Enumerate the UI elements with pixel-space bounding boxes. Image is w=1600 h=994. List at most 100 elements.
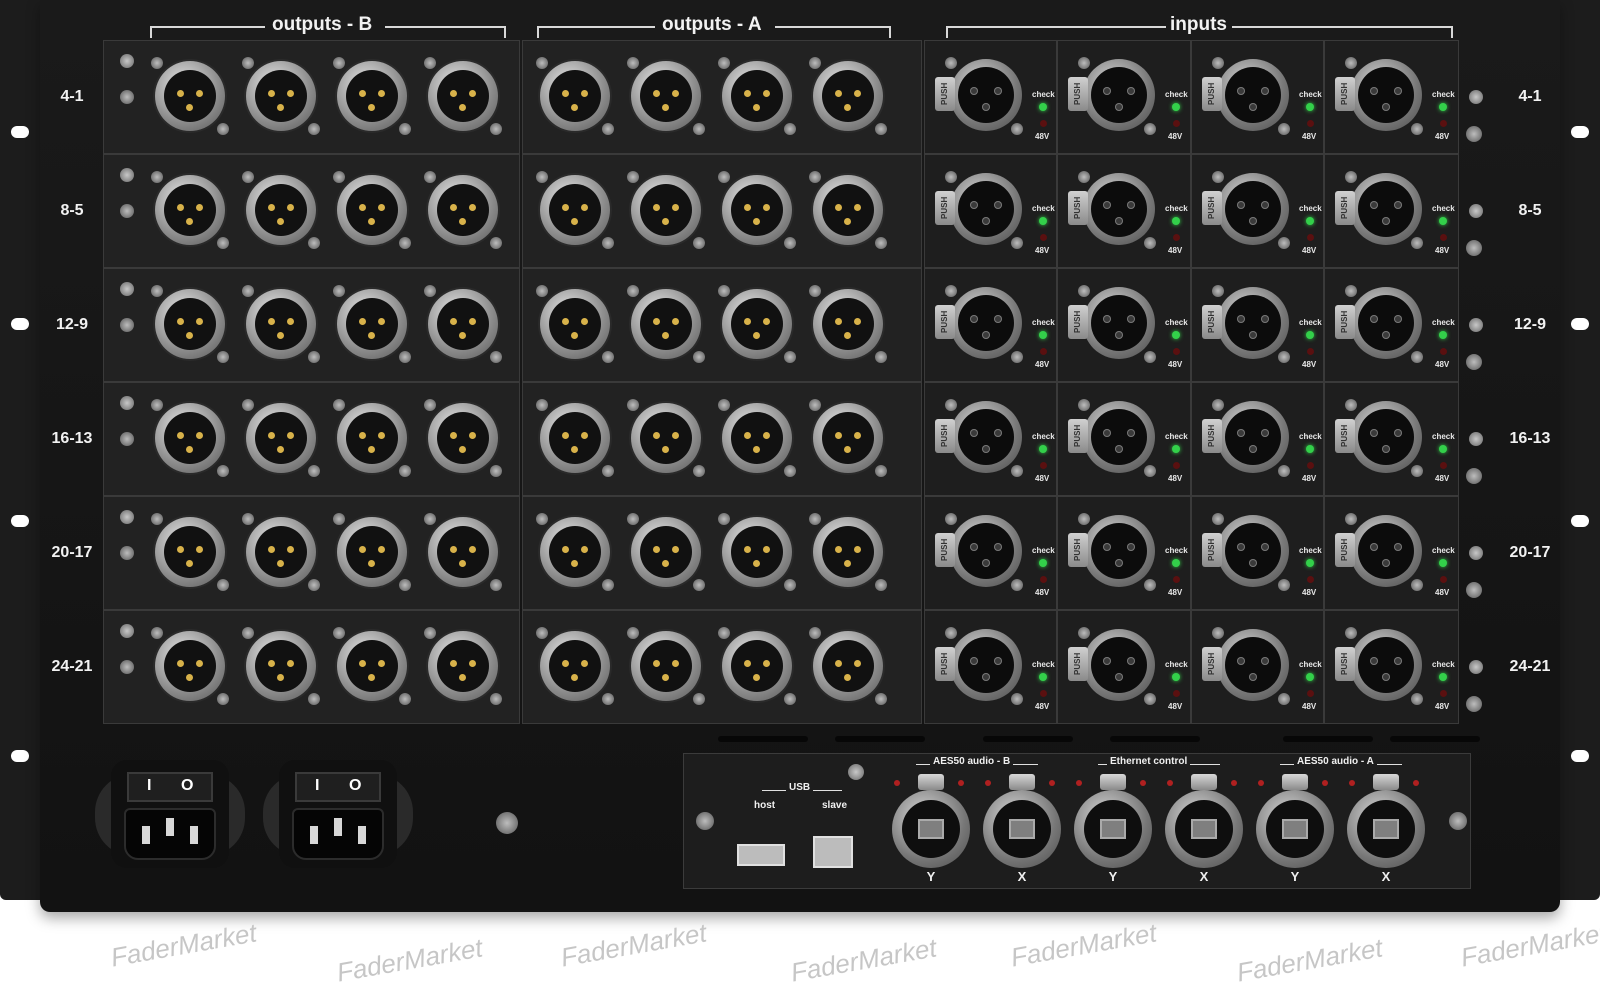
- output-a-xlr-connector[interactable]: [722, 631, 792, 701]
- output-a-xlr-connector[interactable]: [540, 631, 610, 701]
- output-a-xlr-connector[interactable]: [722, 61, 792, 131]
- ethercon-latch[interactable]: [918, 774, 944, 790]
- output-a-xlr-connector[interactable]: [540, 61, 610, 131]
- output-b-xlr-connector[interactable]: [246, 289, 316, 359]
- output-a-xlr-connector[interactable]: [722, 517, 792, 587]
- push-latch[interactable]: PUSH: [1335, 77, 1355, 111]
- input-xlr-connector[interactable]: [1083, 287, 1155, 359]
- push-latch[interactable]: PUSH: [1335, 533, 1355, 567]
- output-b-xlr-connector[interactable]: [428, 175, 498, 245]
- input-xlr-connector[interactable]: [1083, 173, 1155, 245]
- output-a-xlr-connector[interactable]: [722, 289, 792, 359]
- output-b-xlr-connector[interactable]: [246, 631, 316, 701]
- input-xlr-connector[interactable]: [1217, 629, 1289, 701]
- output-b-xlr-connector[interactable]: [246, 61, 316, 131]
- push-latch[interactable]: PUSH: [935, 647, 955, 681]
- output-a-xlr-connector[interactable]: [813, 403, 883, 473]
- output-b-xlr-connector[interactable]: [337, 61, 407, 131]
- push-latch[interactable]: PUSH: [1202, 191, 1222, 225]
- usb-slave-port[interactable]: [813, 836, 853, 868]
- ethercon-port[interactable]: [1074, 790, 1152, 868]
- output-b-xlr-connector[interactable]: [155, 517, 225, 587]
- output-b-xlr-connector[interactable]: [246, 175, 316, 245]
- power-switch-1[interactable]: I O: [127, 772, 213, 802]
- output-a-xlr-connector[interactable]: [540, 289, 610, 359]
- output-a-xlr-connector[interactable]: [813, 631, 883, 701]
- input-xlr-connector[interactable]: [1350, 173, 1422, 245]
- input-xlr-connector[interactable]: [1083, 401, 1155, 473]
- output-b-xlr-connector[interactable]: [155, 61, 225, 131]
- output-b-xlr-connector[interactable]: [428, 517, 498, 587]
- output-b-xlr-connector[interactable]: [337, 403, 407, 473]
- output-a-xlr-connector[interactable]: [722, 403, 792, 473]
- output-b-xlr-connector[interactable]: [428, 289, 498, 359]
- ethercon-latch[interactable]: [1100, 774, 1126, 790]
- output-b-xlr-connector[interactable]: [428, 403, 498, 473]
- ethercon-port[interactable]: [1256, 790, 1334, 868]
- push-latch[interactable]: PUSH: [1202, 305, 1222, 339]
- ethercon-port[interactable]: [1347, 790, 1425, 868]
- input-xlr-connector[interactable]: [1350, 629, 1422, 701]
- output-b-xlr-connector[interactable]: [246, 403, 316, 473]
- input-xlr-connector[interactable]: [1350, 59, 1422, 131]
- output-b-xlr-connector[interactable]: [337, 289, 407, 359]
- input-xlr-connector[interactable]: [1350, 287, 1422, 359]
- output-b-xlr-connector[interactable]: [337, 631, 407, 701]
- output-a-xlr-connector[interactable]: [813, 175, 883, 245]
- push-latch[interactable]: PUSH: [1068, 647, 1088, 681]
- output-b-xlr-connector[interactable]: [428, 631, 498, 701]
- input-xlr-connector[interactable]: [1350, 401, 1422, 473]
- input-xlr-connector[interactable]: [950, 629, 1022, 701]
- output-a-xlr-connector[interactable]: [631, 175, 701, 245]
- push-latch[interactable]: PUSH: [1335, 191, 1355, 225]
- input-xlr-connector[interactable]: [950, 59, 1022, 131]
- push-latch[interactable]: PUSH: [1068, 77, 1088, 111]
- output-b-xlr-connector[interactable]: [155, 289, 225, 359]
- output-a-xlr-connector[interactable]: [813, 517, 883, 587]
- output-a-xlr-connector[interactable]: [540, 517, 610, 587]
- push-latch[interactable]: PUSH: [1335, 419, 1355, 453]
- push-latch[interactable]: PUSH: [1335, 305, 1355, 339]
- push-latch[interactable]: PUSH: [1068, 419, 1088, 453]
- push-latch[interactable]: PUSH: [935, 305, 955, 339]
- output-b-xlr-connector[interactable]: [155, 175, 225, 245]
- power-switch-2[interactable]: I O: [295, 772, 381, 802]
- push-latch[interactable]: PUSH: [1068, 191, 1088, 225]
- usb-host-port[interactable]: [737, 844, 785, 866]
- output-b-xlr-connector[interactable]: [246, 517, 316, 587]
- ethercon-port[interactable]: [983, 790, 1061, 868]
- input-xlr-connector[interactable]: [1217, 59, 1289, 131]
- output-b-xlr-connector[interactable]: [337, 517, 407, 587]
- output-b-xlr-connector[interactable]: [337, 175, 407, 245]
- push-latch[interactable]: PUSH: [1202, 77, 1222, 111]
- output-a-xlr-connector[interactable]: [631, 517, 701, 587]
- ethercon-port[interactable]: [892, 790, 970, 868]
- input-xlr-connector[interactable]: [950, 173, 1022, 245]
- output-a-xlr-connector[interactable]: [631, 631, 701, 701]
- push-latch[interactable]: PUSH: [1068, 305, 1088, 339]
- push-latch[interactable]: PUSH: [1202, 533, 1222, 567]
- input-xlr-connector[interactable]: [1217, 287, 1289, 359]
- output-a-xlr-connector[interactable]: [631, 289, 701, 359]
- ethercon-port[interactable]: [1165, 790, 1243, 868]
- push-latch[interactable]: PUSH: [935, 419, 955, 453]
- input-xlr-connector[interactable]: [1083, 59, 1155, 131]
- push-latch[interactable]: PUSH: [935, 77, 955, 111]
- input-xlr-connector[interactable]: [1217, 173, 1289, 245]
- push-latch[interactable]: PUSH: [1068, 533, 1088, 567]
- output-a-xlr-connector[interactable]: [631, 61, 701, 131]
- push-latch[interactable]: PUSH: [1335, 647, 1355, 681]
- output-b-xlr-connector[interactable]: [155, 403, 225, 473]
- output-a-xlr-connector[interactable]: [631, 403, 701, 473]
- output-a-xlr-connector[interactable]: [540, 175, 610, 245]
- output-b-xlr-connector[interactable]: [155, 631, 225, 701]
- push-latch[interactable]: PUSH: [935, 533, 955, 567]
- push-latch[interactable]: PUSH: [1202, 419, 1222, 453]
- input-xlr-connector[interactable]: [1083, 515, 1155, 587]
- output-a-xlr-connector[interactable]: [813, 289, 883, 359]
- output-b-xlr-connector[interactable]: [428, 61, 498, 131]
- output-a-xlr-connector[interactable]: [813, 61, 883, 131]
- output-a-xlr-connector[interactable]: [722, 175, 792, 245]
- input-xlr-connector[interactable]: [1217, 515, 1289, 587]
- push-latch[interactable]: PUSH: [935, 191, 955, 225]
